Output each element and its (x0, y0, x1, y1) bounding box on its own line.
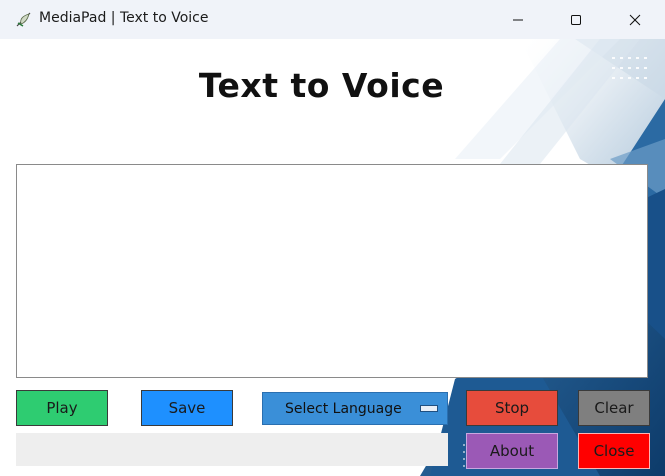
feather-pen-icon (16, 12, 31, 27)
page-title: Text to Voice (198, 66, 445, 105)
status-bar (16, 433, 448, 466)
app-window: MediaPad | Text to Voice Text to Voice P… (0, 0, 665, 476)
save-button[interactable]: Save (141, 390, 233, 426)
about-button[interactable]: About (466, 433, 558, 469)
dropdown-arrow-icon (420, 405, 438, 412)
language-select-label: Select Language (285, 401, 402, 417)
maximize-button[interactable] (547, 0, 605, 39)
title-bar[interactable]: MediaPad | Text to Voice (0, 0, 665, 39)
text-input-area[interactable] (16, 164, 648, 378)
window-close-button[interactable] (606, 0, 664, 39)
main-content: Text to Voice Play Save Select Language … (0, 39, 665, 476)
maximize-icon (571, 14, 581, 25)
language-select[interactable]: Select Language (262, 392, 448, 425)
close-button[interactable]: Close (578, 433, 650, 469)
minimize-button[interactable] (489, 0, 547, 39)
stop-button[interactable]: Stop (466, 390, 558, 426)
minimize-icon (513, 19, 523, 20)
play-button[interactable]: Play (16, 390, 108, 426)
clear-button[interactable]: Clear (578, 390, 650, 426)
close-icon (629, 14, 641, 25)
window-title: MediaPad | Text to Voice (39, 10, 209, 26)
